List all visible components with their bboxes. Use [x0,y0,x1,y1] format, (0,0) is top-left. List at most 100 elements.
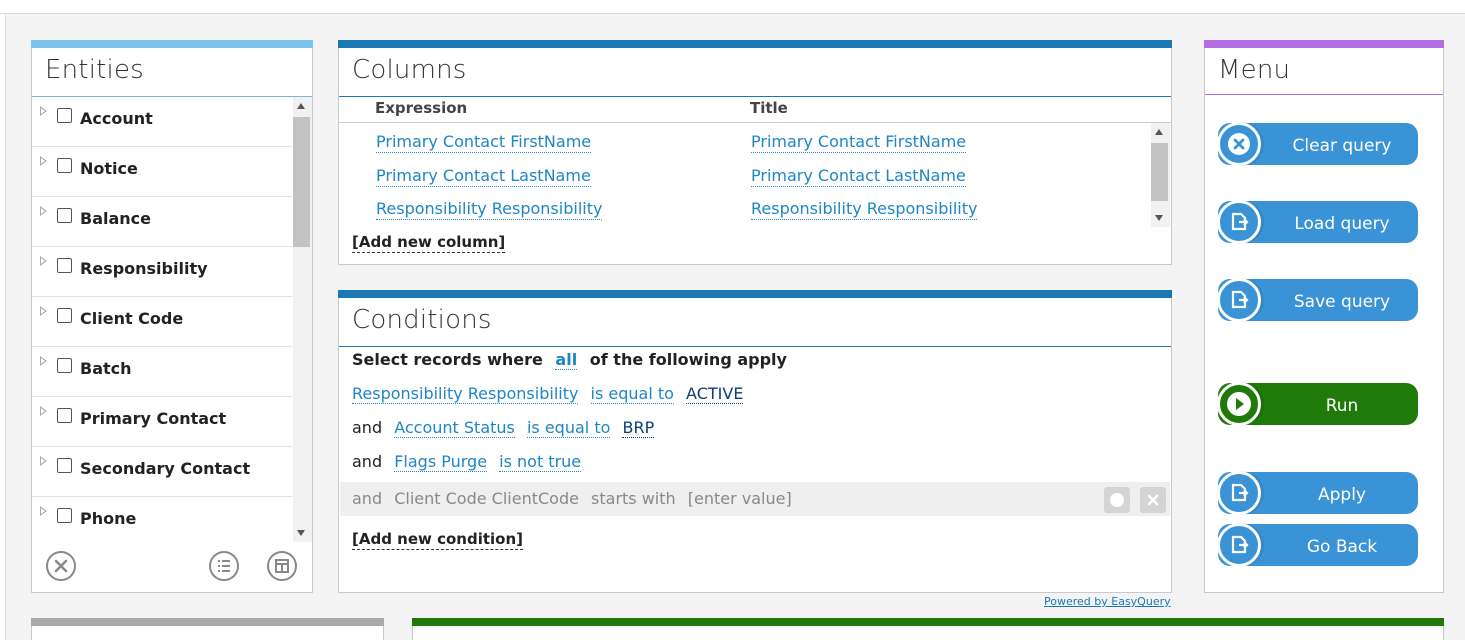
expand-arrow-icon[interactable] [40,206,47,216]
conditions-title-rule [339,346,1171,347]
condition-row: Responsibility Responsibility is equal t… [352,384,750,404]
clear-icon [1217,122,1261,166]
entity-checkbox[interactable] [57,358,72,373]
table-icon[interactable] [267,551,297,581]
go-back-label: Go Back [1306,537,1378,557]
expand-arrow-icon[interactable] [40,106,47,116]
entity-item[interactable]: Primary Contact [32,397,292,447]
columns-scrollbar[interactable] [1151,123,1170,227]
add-column-link[interactable]: [Add new column] [352,233,506,253]
entity-item[interactable]: Notice [32,147,292,197]
entity-checkbox[interactable] [57,108,72,123]
scroll-down-icon[interactable] [297,530,305,536]
condition-value-link[interactable]: ACTIVE [686,384,744,404]
scrollbar-thumb[interactable] [1151,143,1168,201]
entities-title: Entities [45,55,144,85]
conditions-header: Select records where all of the followin… [352,350,794,370]
expand-arrow-icon[interactable] [40,256,47,266]
column-expression-link[interactable]: Responsibility Responsibility [376,199,603,220]
entities-panel: Entities Account Notice Balance Responsi… [31,40,313,593]
columns-title-rule [339,96,1171,97]
conditions-title: Conditions [352,305,492,335]
entities-footer [32,542,312,592]
column-title-link[interactable]: Primary Contact FirstName [751,132,967,153]
condition-field-link[interactable]: Flags Purge [394,452,488,472]
condition-field-link[interactable]: Account Status [394,418,515,438]
apply-button[interactable]: Apply [1217,471,1418,515]
save-query-button[interactable]: Save query [1217,278,1418,322]
expand-arrow-icon[interactable] [40,306,47,316]
toggle-condition-button[interactable] [1104,487,1130,513]
entity-label: Balance [80,209,151,228]
header-prefix: Select records where [352,350,543,369]
load-query-label: Load query [1294,214,1390,234]
load-query-button[interactable]: Load query [1217,200,1418,244]
entity-checkbox[interactable] [57,158,72,173]
entity-item[interactable]: Responsibility [32,247,292,297]
entity-label: Batch [80,359,132,378]
top-border [0,0,1465,14]
entity-checkbox[interactable] [57,508,72,523]
condition-field[interactable]: Client Code ClientCode [394,489,579,508]
scroll-down-icon[interactable] [1155,215,1163,221]
entity-item[interactable]: Account [32,97,292,147]
column-title-link[interactable]: Primary Contact LastName [751,166,966,187]
save-query-label: Save query [1293,292,1391,312]
clear-query-label: Clear query [1292,136,1392,156]
entity-checkbox[interactable] [57,458,72,473]
condition-value[interactable]: [enter value] [688,489,792,508]
entity-item[interactable]: Phone [32,497,292,542]
entity-label: Secondary Contact [80,459,251,478]
condition-field-link[interactable]: Responsibility Responsibility [352,384,579,404]
go-back-icon [1217,523,1261,567]
condition-operator-link[interactable]: is equal to [590,384,674,404]
match-mode-link[interactable]: all [555,350,578,370]
entity-checkbox[interactable] [57,308,72,323]
run-button[interactable]: Run [1217,382,1418,426]
expand-arrow-icon[interactable] [40,356,47,366]
expression-header: Expression [375,99,468,117]
list-icon[interactable] [209,551,239,581]
condition-operator-link[interactable]: is equal to [526,418,611,438]
entity-label: Client Code [80,309,184,328]
column-expression-link[interactable]: Primary Contact LastName [376,166,591,187]
entity-label: Notice [80,159,138,178]
condition-conjunction: and [352,452,383,471]
column-expression-link[interactable]: Primary Contact FirstName [376,132,592,153]
add-condition-link[interactable]: [Add new condition] [352,530,523,550]
clear-query-button[interactable]: Clear query [1217,122,1418,166]
entity-item[interactable]: Client Code [32,297,292,347]
condition-operator[interactable]: starts with [591,489,676,508]
condition-operator-link[interactable]: is not true [499,452,582,472]
clear-selection-icon[interactable] [46,551,76,581]
entity-item[interactable]: Balance [32,197,292,247]
go-back-button[interactable]: Go Back [1217,523,1418,567]
save-icon [1217,278,1261,322]
expand-arrow-icon[interactable] [40,406,47,416]
scroll-up-icon[interactable] [297,103,305,109]
expand-arrow-icon[interactable] [40,156,47,166]
play-icon [1217,382,1261,426]
pending-condition-row[interactable]: and Client Code ClientCode starts with [… [340,482,1170,516]
entity-item[interactable]: Secondary Contact [32,447,292,497]
remove-condition-button[interactable] [1140,487,1166,513]
expand-arrow-icon[interactable] [40,456,47,466]
entities-scrollbar[interactable] [293,97,312,542]
condition-value-link[interactable]: BRP [622,418,655,438]
scrollbar-thumb[interactable] [293,117,310,247]
entity-item[interactable]: Batch [32,347,292,397]
menu-title: Menu [1218,55,1291,85]
pending-condition-text: and Client Code ClientCode starts with [… [352,489,799,509]
entity-checkbox[interactable] [57,258,72,273]
scroll-up-icon[interactable] [1155,129,1163,135]
powered-by-link[interactable]: Powered by EasyQuery [1044,595,1171,608]
column-title-link[interactable]: Responsibility Responsibility [751,199,978,220]
apply-icon [1217,471,1261,515]
expand-arrow-icon[interactable] [40,506,47,516]
entity-checkbox[interactable] [57,208,72,223]
columns-accent-bar [338,40,1172,48]
header-suffix: of the following apply [589,350,787,369]
load-icon [1217,200,1261,244]
condition-conjunction: and [352,489,383,508]
entity-checkbox[interactable] [57,408,72,423]
